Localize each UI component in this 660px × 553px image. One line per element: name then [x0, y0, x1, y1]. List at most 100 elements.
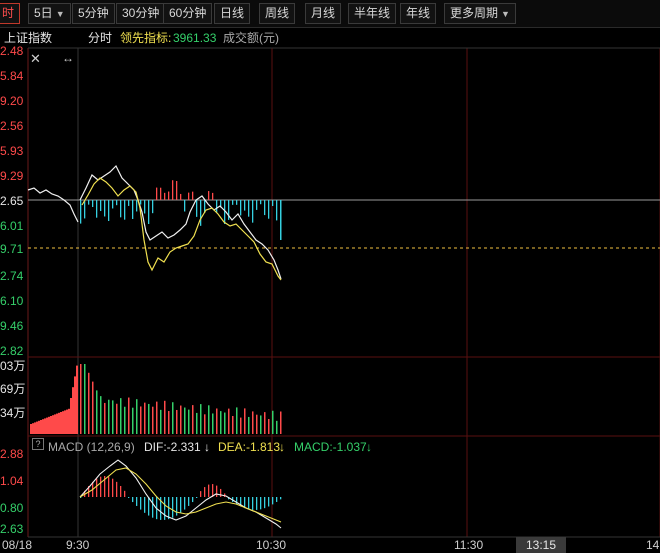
price-stick [272, 200, 274, 207]
macd-bar [124, 490, 126, 497]
macd-bar [264, 497, 266, 509]
macd-bar [152, 497, 154, 518]
macd-bar [136, 497, 138, 506]
price-tick: 2.56 [0, 119, 24, 133]
volume-bar [232, 415, 234, 434]
price-tick: 9.71 [0, 242, 24, 256]
help-icon[interactable]: ? [32, 438, 44, 450]
price-stick [224, 200, 226, 224]
volume-bar [124, 406, 126, 434]
macd-bar [148, 497, 150, 516]
volume-bar [160, 409, 162, 434]
macd-bar [120, 486, 122, 497]
macd-bar [252, 497, 254, 510]
volume-bar [66, 409, 68, 434]
volume-tick: 69万 [0, 382, 26, 396]
macd-bar [208, 484, 210, 497]
price-stick [276, 200, 278, 221]
volume-bar [60, 412, 62, 434]
macd-bar [180, 497, 182, 513]
volume-bar [164, 400, 166, 434]
volume-bar [80, 364, 82, 434]
price-stick [216, 200, 218, 213]
volume-bar [156, 401, 158, 434]
volume-bar [108, 399, 110, 434]
macd-bar [200, 491, 202, 497]
macd-bar [276, 497, 278, 502]
price-stick [236, 200, 238, 205]
volume-bar [44, 418, 46, 434]
price-stick [268, 200, 270, 219]
price-stick [108, 200, 110, 221]
volume-bar [76, 365, 78, 434]
volume-bar [200, 404, 202, 434]
macd-bar [144, 497, 146, 513]
dif-line [79, 459, 282, 529]
volume-tick: 03万 [0, 359, 26, 373]
volume-bar [54, 414, 56, 434]
resize-horizontal-icon[interactable]: ↔ [62, 52, 74, 65]
macd-bar [204, 487, 206, 497]
price-stick [188, 192, 190, 200]
volume-bar [252, 411, 254, 434]
volume-bar [224, 412, 226, 434]
time-tick: 08/18 [2, 538, 33, 552]
price-stick [148, 200, 150, 224]
price-tick: 6.10 [0, 294, 24, 308]
volume-bar [216, 408, 218, 434]
volume-bar [50, 416, 52, 434]
price-stick [212, 192, 214, 200]
price-tick: 2.74 [0, 269, 24, 283]
price-stick [144, 200, 146, 214]
volume-bar [40, 420, 42, 434]
volume-bar [280, 411, 282, 434]
volume-bar [228, 408, 230, 434]
price-stick [112, 200, 114, 209]
volume-bar [88, 372, 90, 434]
price-stick [192, 191, 194, 200]
macd-dea: DEA:-1.813 [218, 440, 281, 454]
macd-bar [172, 497, 174, 518]
volume-bar [38, 420, 40, 434]
volume-tick: 34万 [0, 406, 26, 420]
price-stick [88, 200, 90, 205]
macd-tick: 0.80 [0, 501, 24, 515]
price-stick [92, 200, 94, 208]
volume-bar [100, 396, 102, 434]
dea-line [79, 467, 282, 523]
price-stick [176, 180, 178, 200]
price-stick [180, 193, 182, 200]
price-tick: 2.48 [0, 44, 24, 58]
volume-bar [208, 405, 210, 434]
close-icon[interactable]: ✕ [30, 52, 41, 65]
price-stick [132, 200, 134, 219]
macd-bar [108, 476, 110, 497]
macd-bar [184, 497, 186, 510]
macd-bar [212, 484, 214, 497]
macd-bar [220, 488, 222, 497]
volume-bar [116, 403, 118, 434]
price-tick: 2.82 [0, 344, 24, 358]
macd-bar [256, 497, 258, 510]
price-stick [184, 200, 186, 212]
price-stick [156, 187, 158, 200]
price-stick [244, 200, 246, 211]
price-stick [140, 200, 142, 205]
volume-bar [62, 411, 64, 434]
macd-title[interactable]: MACD (12,26,9) [48, 438, 135, 456]
price-stick [152, 200, 154, 214]
arrow-down-icon: ↓ [366, 440, 372, 454]
price-stick [160, 187, 162, 200]
volume-bar [34, 422, 36, 434]
macd-bar [140, 497, 142, 510]
price-stick [264, 200, 266, 216]
price-tick: 9.20 [0, 94, 24, 108]
volume-bar [192, 405, 194, 434]
macd-bar [128, 497, 130, 498]
volume-bar [68, 408, 70, 434]
macd-bar [196, 497, 198, 498]
macd-bar [188, 497, 190, 506]
price-stick [124, 200, 126, 220]
volume-bar [268, 419, 270, 434]
volume-bar [42, 419, 44, 434]
